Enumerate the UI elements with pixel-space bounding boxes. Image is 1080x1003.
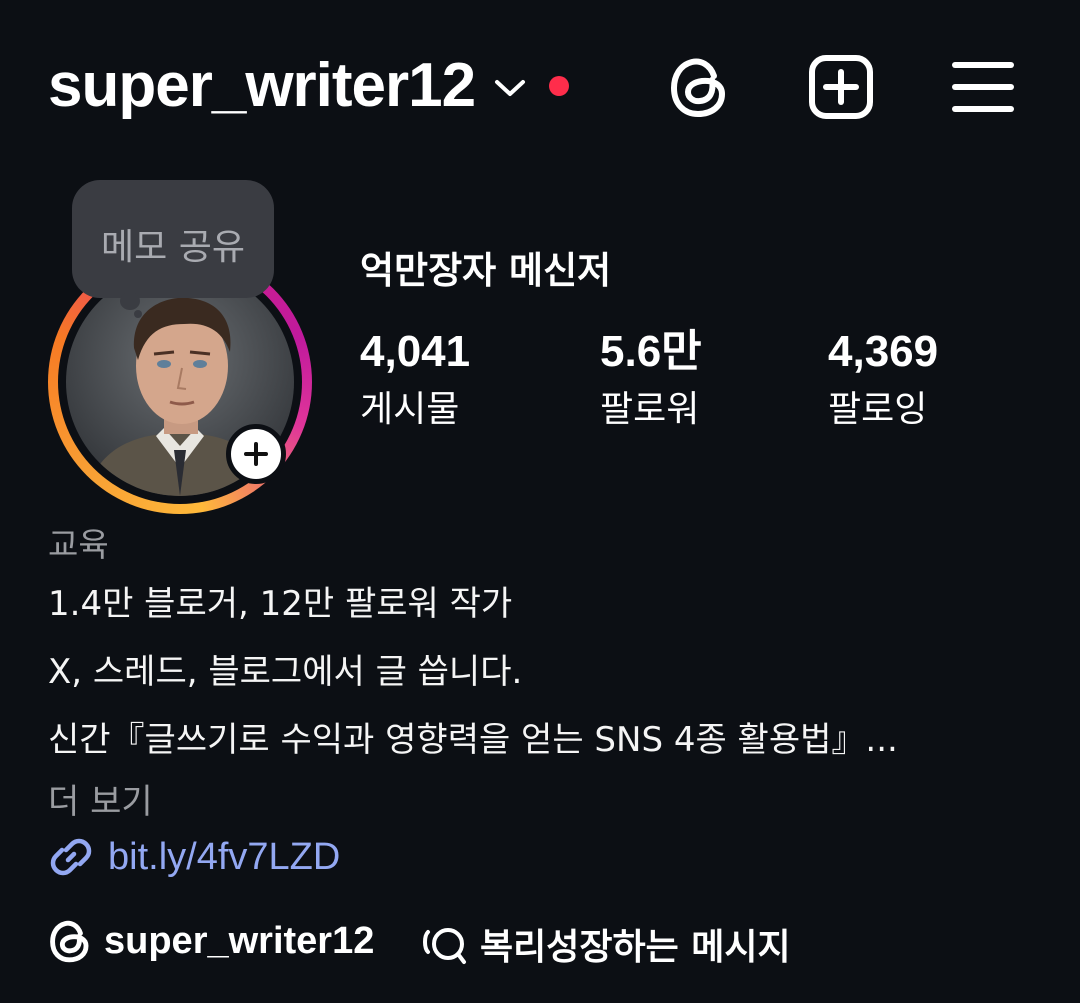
note-tail xyxy=(120,292,140,310)
bio-line: 1.4만 블로거, 12만 팔로워 작가 xyxy=(48,584,513,624)
broadcast-channel-chip[interactable]: 복리성장하는 메시지 xyxy=(420,918,791,970)
threads-icon xyxy=(670,58,726,118)
stat-value: 4,369 xyxy=(828,327,939,376)
create-post-button[interactable] xyxy=(808,54,874,120)
profile-link[interactable]: bit.ly/4fv7LZD xyxy=(48,834,340,880)
username-switcher[interactable]: super_writer12 xyxy=(48,46,476,126)
stat-value: 5.6만 xyxy=(600,327,702,376)
header-actions xyxy=(666,54,1016,120)
bio-line: 신간『글쓰기로 수익과 영향력을 얻는 SNS 4종 활용법』... xyxy=(48,720,898,760)
chevron-down-icon[interactable] xyxy=(493,77,527,99)
stat-label: 게시물 xyxy=(360,389,460,430)
threads-button[interactable] xyxy=(666,54,732,120)
bio-line: X, 스레드, 블로그에서 글 씁니다. xyxy=(48,652,523,692)
following-count[interactable]: 4,369 팔로잉 xyxy=(828,326,1048,434)
note-label: 메모 공유 xyxy=(101,227,245,268)
posts-count[interactable]: 4,041 게시물 xyxy=(360,326,580,434)
stat-value: 4,041 xyxy=(360,327,471,376)
stat-label: 팔로워 xyxy=(600,389,700,430)
add-post-icon xyxy=(809,55,873,119)
display-name: 억만장자 메신저 xyxy=(360,249,612,292)
profile-category: 교육 xyxy=(48,525,109,564)
followers-count[interactable]: 5.6만 팔로워 xyxy=(600,326,820,434)
threads-handle: super_writer12 xyxy=(104,919,375,962)
profile-header: super_writer12 xyxy=(48,46,1040,126)
stat-label: 팔로잉 xyxy=(828,389,928,430)
menu-button[interactable] xyxy=(950,54,1016,120)
menu-icon xyxy=(952,62,1014,112)
see-more-link[interactable]: 더 보기 xyxy=(48,774,153,823)
link-text: bit.ly/4fv7LZD xyxy=(108,835,341,878)
threads-icon xyxy=(50,920,89,963)
chat-label: 복리성장하는 메시지 xyxy=(480,927,791,968)
note-bubble[interactable]: 메모 공유 xyxy=(72,180,274,298)
threads-profile-chip[interactable]: super_writer12 xyxy=(48,918,374,964)
broadcast-chat-icon xyxy=(423,928,466,964)
plus-icon xyxy=(244,442,268,466)
link-icon xyxy=(50,838,92,876)
profile-page: super_writer12 메모 공유 억만장자 메신저 4,041 게시물 … xyxy=(0,0,1080,1003)
add-story-button[interactable] xyxy=(226,424,286,484)
notification-dot xyxy=(549,76,570,96)
